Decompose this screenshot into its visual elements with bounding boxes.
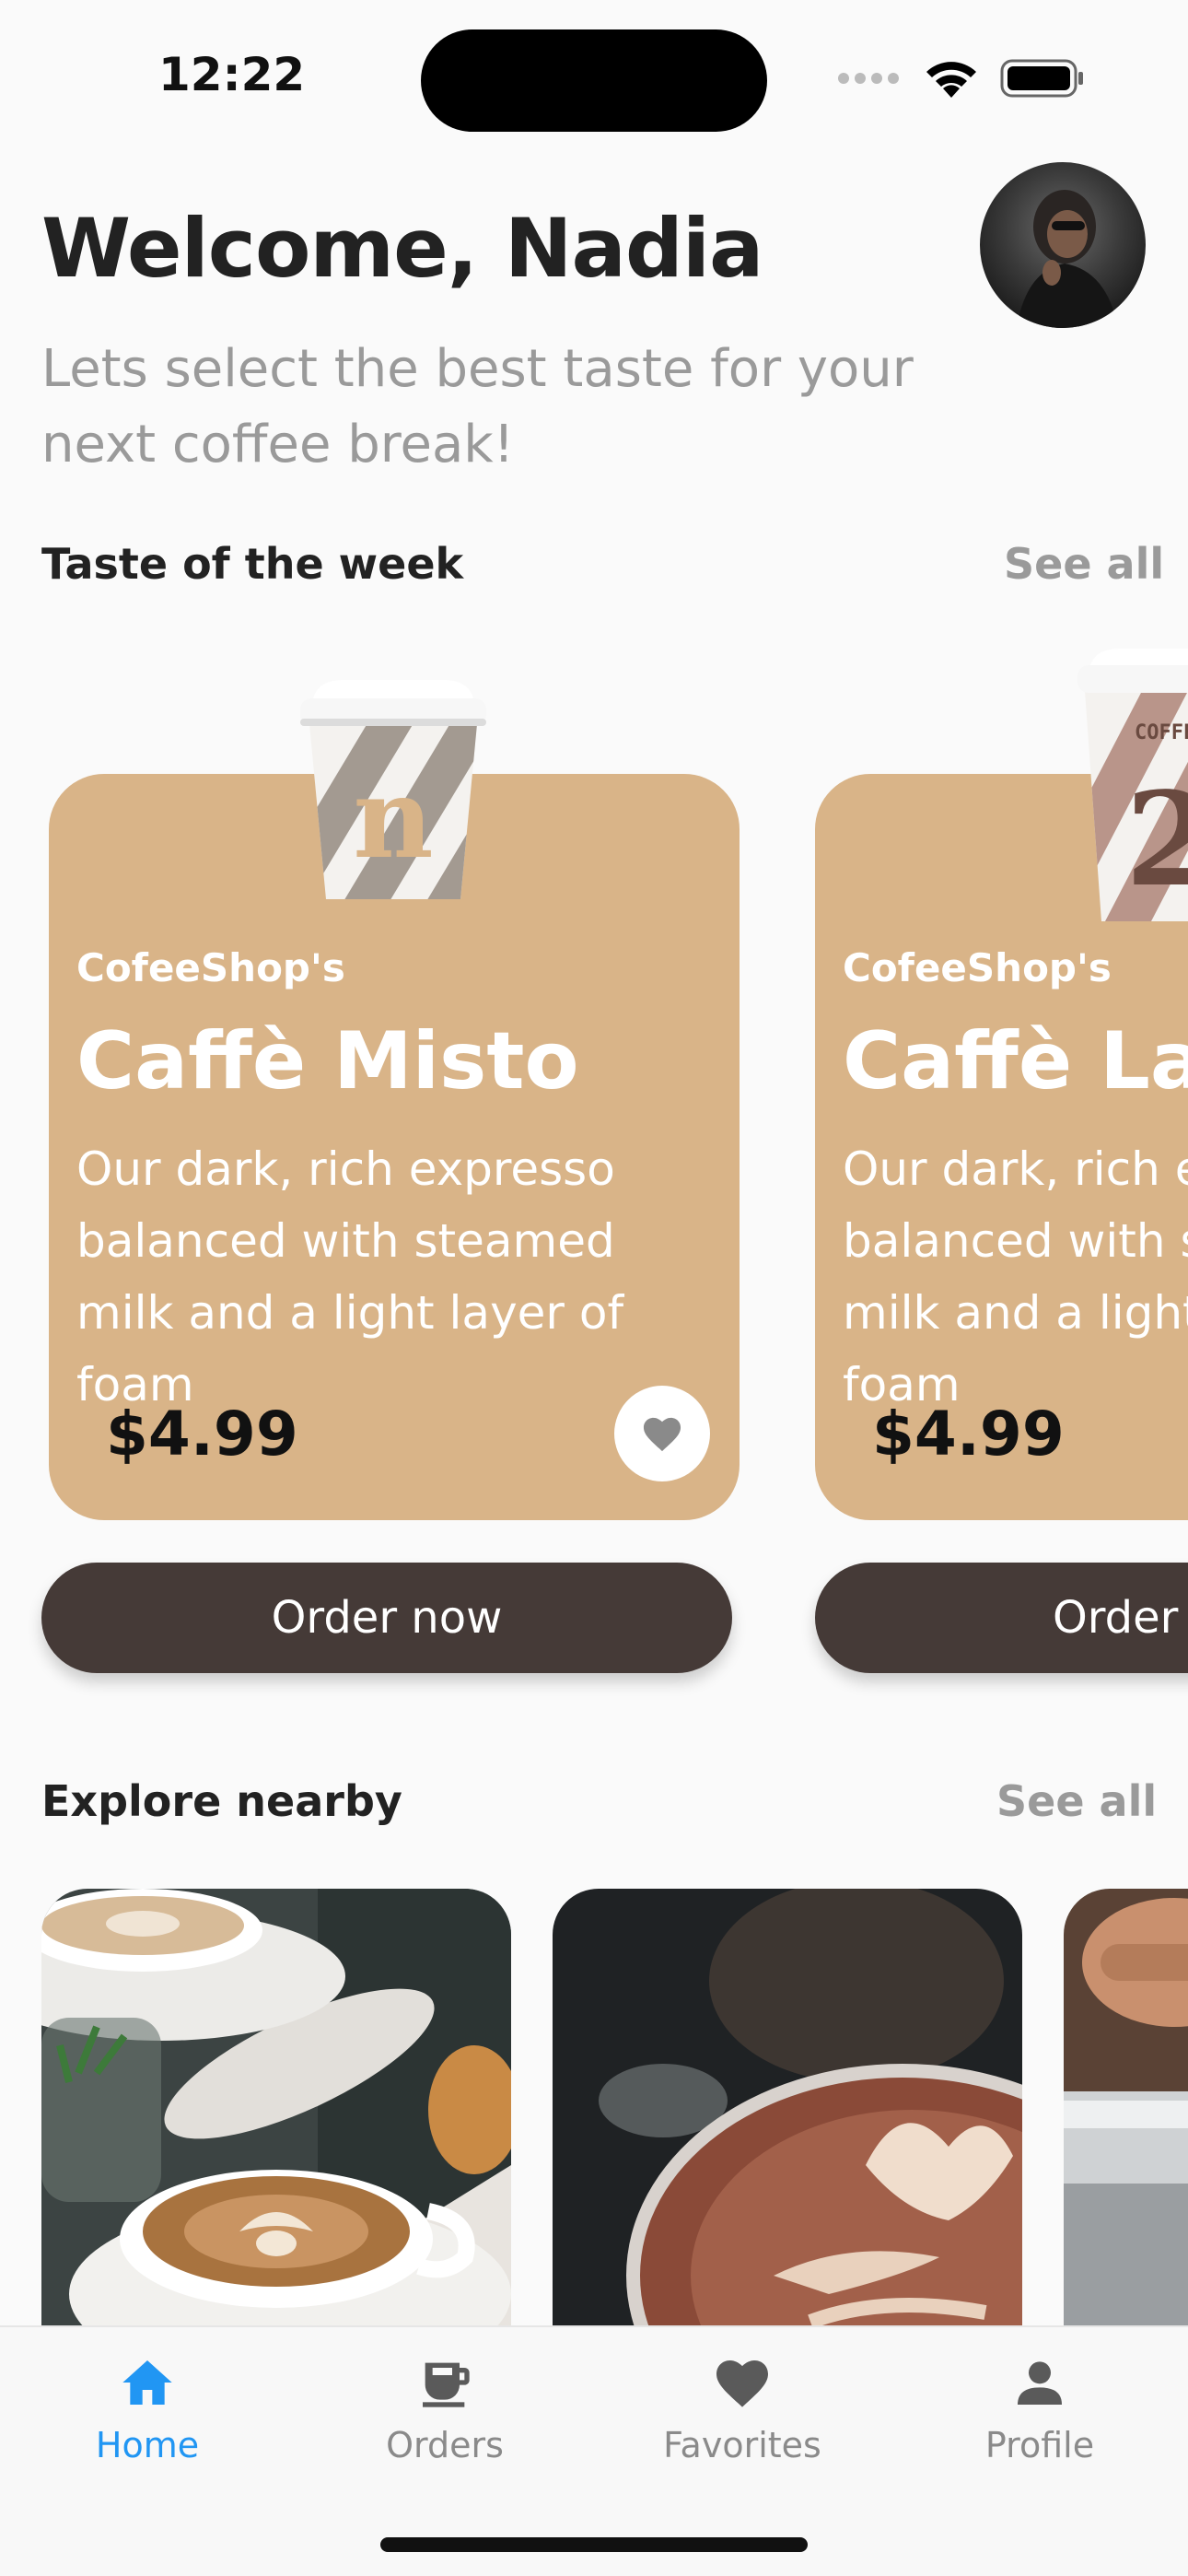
heart-icon	[716, 2360, 768, 2407]
status-icons	[838, 57, 1085, 100]
home-icon	[122, 2360, 172, 2405]
tab-label: Home	[95, 2425, 200, 2465]
card-coffee-name: Caffè Misto	[76, 1015, 579, 1107]
favorite-button[interactable]	[614, 1386, 710, 1481]
card-coffee-name: Caffè Latte	[843, 1015, 1188, 1107]
cappuccino-closeup-image	[553, 1889, 1022, 2331]
tab-label: Orders	[386, 2425, 504, 2465]
section-title-taste: Taste of the week	[41, 539, 464, 589]
see-all-nearby[interactable]: See all	[996, 1776, 1157, 1826]
home-indicator	[380, 2537, 808, 2552]
home-screen: 12:22 Welcome, Nadia Lets select the bes…	[0, 0, 1188, 2576]
battery-icon	[1000, 59, 1083, 98]
nearby-place-photo[interactable]	[1064, 1889, 1188, 2331]
tab-favorites[interactable]: Favorites	[641, 2353, 844, 2465]
barista-pour-image	[1064, 1889, 1188, 2331]
cup-letter: n	[353, 754, 433, 884]
wifi-icon	[926, 62, 976, 98]
nearby-place-photo[interactable]	[553, 1889, 1022, 2331]
coffee-cup-icon	[423, 2362, 470, 2407]
tab-orders[interactable]: Orders	[344, 2353, 546, 2465]
avatar-photo	[1017, 190, 1118, 328]
cup-letter: 2	[1125, 765, 1188, 916]
order-now-button[interactable]: Order now	[41, 1563, 732, 1673]
card-shop-name: CofeeShop's	[76, 945, 345, 990]
welcome-subtitle: Lets select the best taste for your next…	[41, 339, 914, 474]
heart-icon	[643, 1417, 681, 1452]
status-time: 12:22	[158, 48, 306, 101]
card-price: $4.99	[872, 1399, 1065, 1469]
avatar[interactable]	[980, 162, 1146, 328]
person-icon	[1018, 2361, 1062, 2405]
welcome-title: Welcome, Nadia	[41, 201, 763, 296]
section-title-nearby: Explore nearby	[41, 1776, 402, 1826]
signal-icon	[838, 73, 899, 84]
coffee-cup-image: n	[300, 680, 486, 899]
card-description: Our dark, rich expresso balanced with st…	[76, 1142, 624, 1411]
card-description: Our dark, rich expresso balanced with st…	[843, 1142, 1188, 1411]
tab-home[interactable]: Home	[46, 2353, 249, 2465]
card-price: $4.99	[106, 1399, 298, 1469]
tab-profile[interactable]: Profile	[938, 2353, 1141, 2465]
see-all-taste[interactable]: See all	[1004, 539, 1164, 589]
tab-label: Favorites	[663, 2425, 821, 2465]
latte-table-image	[41, 1889, 511, 2331]
tab-label: Profile	[984, 2425, 1095, 2465]
coffee-cup-image: COFFEE CUP 2	[1077, 649, 1188, 921]
dynamic-island	[421, 29, 767, 132]
card-shop-name: CofeeShop's	[843, 945, 1112, 990]
cup-brand-text: COFFEE CUP	[1135, 721, 1188, 744]
order-now-button[interactable]: Order now	[815, 1563, 1188, 1673]
nearby-place-photo[interactable]	[41, 1889, 511, 2331]
